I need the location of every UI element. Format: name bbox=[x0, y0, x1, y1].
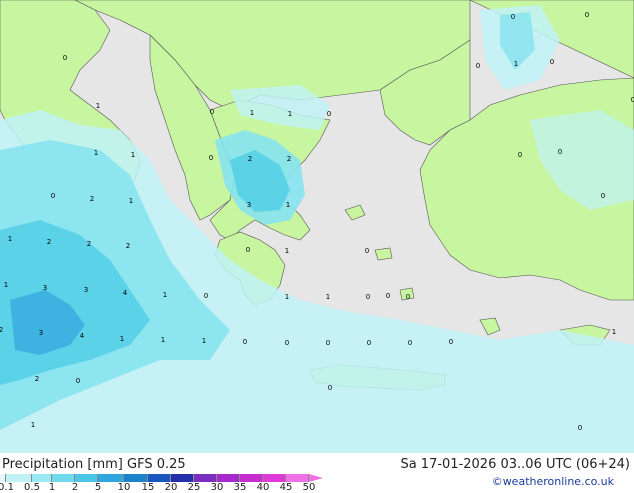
legend-label: 20 bbox=[164, 482, 178, 493]
precip-value: 1 bbox=[284, 293, 290, 301]
precip-value: 0 bbox=[385, 292, 391, 300]
precip-value: 0 bbox=[364, 247, 370, 255]
map-title: Precipitation [mm] GFS 0.25 bbox=[2, 457, 186, 472]
precip-value: 0 bbox=[584, 11, 590, 19]
legend-swatch bbox=[75, 474, 98, 482]
precip-value: 1 bbox=[128, 197, 134, 205]
precip-value: 3 bbox=[38, 329, 44, 337]
precip-value: 0 bbox=[75, 377, 81, 385]
precip-value: 1 bbox=[287, 110, 293, 118]
precip-value: 0 bbox=[326, 110, 332, 118]
legend-swatch bbox=[124, 474, 148, 482]
precip-value: 0 bbox=[510, 13, 516, 21]
precip-value: 1 bbox=[249, 109, 255, 117]
precip-value: 2 bbox=[89, 195, 95, 203]
precip-value: 3 bbox=[83, 286, 89, 294]
precip-value: 0 bbox=[327, 384, 333, 392]
precip-value: 1 bbox=[284, 247, 290, 255]
footer-bar: Precipitation [mm] GFS 0.25 Sa 17-01-202… bbox=[0, 453, 634, 493]
precip-value: 3 bbox=[42, 284, 48, 292]
legend-swatch bbox=[98, 474, 124, 482]
legend-label: 50 bbox=[302, 482, 316, 493]
precip-value: 0 bbox=[557, 148, 563, 156]
precip-value: 1 bbox=[160, 336, 166, 344]
legend-label: 35 bbox=[233, 482, 247, 493]
legend-label: 15 bbox=[141, 482, 155, 493]
legend-label: 0.5 bbox=[24, 482, 40, 493]
precip-value: 1 bbox=[130, 151, 136, 159]
precip-value: 2 bbox=[0, 326, 4, 334]
legend-label: 25 bbox=[187, 482, 201, 493]
forecast-datetime: Sa 17-01-2026 03..06 UTC (06+24) bbox=[400, 457, 630, 472]
precip-value: 1 bbox=[93, 149, 99, 157]
legend-label: 2 bbox=[71, 482, 79, 493]
credit-link[interactable]: ©weatheronline.co.uk bbox=[492, 475, 614, 488]
precip-value: 0 bbox=[208, 154, 214, 162]
precip-value: 0 bbox=[475, 62, 481, 70]
precip-value: 2 bbox=[247, 155, 253, 163]
precip-value: 1 bbox=[201, 337, 207, 345]
precip-value: 1 bbox=[30, 421, 36, 429]
legend-label: 30 bbox=[210, 482, 224, 493]
legend-label: 10 bbox=[117, 482, 131, 493]
precip-value: 2 bbox=[286, 155, 292, 163]
precip-value: 0 bbox=[62, 54, 68, 62]
precip-value: 2 bbox=[125, 242, 131, 250]
legend-labels: 0.1 0.5 1 2 5 10 15 20 25 30 35 40 45 50 bbox=[0, 482, 340, 493]
legend-swatch bbox=[217, 474, 240, 482]
precip-value: 1 bbox=[325, 293, 331, 301]
precip-value: 0 bbox=[209, 108, 215, 116]
legend-swatch bbox=[52, 474, 75, 482]
precip-value: 0 bbox=[203, 292, 209, 300]
legend-swatch bbox=[263, 474, 286, 482]
legend-swatch bbox=[194, 474, 217, 482]
precip-value: 0 bbox=[242, 338, 248, 346]
precip-value: 0 bbox=[245, 246, 251, 254]
legend-arrow-tip bbox=[309, 474, 323, 482]
precip-value: 2 bbox=[34, 375, 40, 383]
precip-value: 0 bbox=[365, 293, 371, 301]
legend-swatch bbox=[6, 474, 32, 482]
precip-value: 1 bbox=[3, 281, 9, 289]
precip-value: 0 bbox=[448, 338, 454, 346]
precip-value: 0 bbox=[577, 424, 583, 432]
legend-swatch bbox=[240, 474, 263, 482]
precip-value: 1 bbox=[611, 328, 617, 336]
legend-label: 1 bbox=[48, 482, 56, 493]
weather-map: 0 0 0 0 1 0 0 1 0 1 1 0 1 1 0 0 2 2 0 0 … bbox=[0, 0, 634, 453]
precip-value: 0 bbox=[600, 192, 606, 200]
legend-label: 40 bbox=[256, 482, 270, 493]
precip-value: 1 bbox=[162, 291, 168, 299]
precip-value: 2 bbox=[86, 240, 92, 248]
precip-value: 0 bbox=[366, 339, 372, 347]
precip-value: 4 bbox=[122, 289, 128, 297]
precip-value: 4 bbox=[79, 332, 85, 340]
precip-value: 0 bbox=[325, 339, 331, 347]
precip-value: 0 bbox=[517, 151, 523, 159]
precip-value: 0 bbox=[405, 293, 411, 301]
legend-swatch bbox=[286, 474, 309, 482]
precip-value: 1 bbox=[119, 335, 125, 343]
precip-value: 0 bbox=[284, 339, 290, 347]
precip-value: 3 bbox=[246, 201, 252, 209]
precip-value: 1 bbox=[7, 235, 13, 243]
legend-label: 45 bbox=[279, 482, 293, 493]
precip-value: 1 bbox=[95, 102, 101, 110]
precip-value: 0 bbox=[407, 339, 413, 347]
legend-label: 5 bbox=[94, 482, 102, 493]
precip-value: 0 bbox=[549, 58, 555, 66]
precip-value: 1 bbox=[285, 201, 291, 209]
precip-value: 2 bbox=[46, 238, 52, 246]
legend-swatch bbox=[32, 474, 52, 482]
legend-label: 0.1 bbox=[0, 482, 14, 493]
legend-swatch bbox=[171, 474, 194, 482]
precip-value: 0 bbox=[50, 192, 56, 200]
legend-color-bar bbox=[0, 474, 323, 482]
precip-value: 1 bbox=[513, 60, 519, 68]
map-canvas bbox=[0, 0, 634, 453]
legend-swatch bbox=[148, 474, 171, 482]
